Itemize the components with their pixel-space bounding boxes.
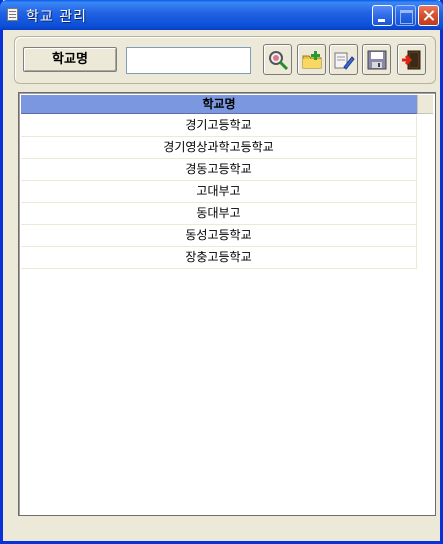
table-row[interactable]: 경기영상과학고등학교 — [21, 137, 417, 159]
exit-button[interactable] — [397, 44, 426, 75]
open-button[interactable] — [297, 44, 326, 75]
search-button[interactable] — [263, 44, 292, 75]
close-button[interactable] — [418, 5, 439, 26]
edit-icon — [334, 52, 355, 70]
search-icon — [269, 51, 289, 71]
title-bar[interactable]: 학교 관리 — [0, 0, 443, 30]
save-button[interactable] — [362, 44, 391, 75]
search-toolbar: 학교명 — [14, 36, 436, 84]
grid-rows: 경기고등학교 경기영상과학고등학교 경동고등학교 고대부고 동대부고 동성고등학… — [21, 115, 417, 269]
window-title: 학교 관리 — [26, 9, 87, 25]
maximize-button[interactable] — [395, 5, 416, 26]
header-filler — [417, 95, 433, 114]
table-row[interactable]: 경동고등학교 — [21, 159, 417, 181]
folder-add-icon — [302, 51, 322, 69]
table-row[interactable]: 고대부고 — [21, 181, 417, 203]
table-row[interactable]: 동성고등학교 — [21, 225, 417, 247]
window-icon — [7, 8, 18, 21]
minimize-button[interactable] — [372, 5, 393, 26]
column-header-school-name[interactable]: 학교명 — [21, 95, 417, 114]
table-row[interactable]: 동대부고 — [21, 203, 417, 225]
table-row[interactable]: 경기고등학교 — [21, 115, 417, 137]
school-name-input[interactable] — [126, 47, 251, 74]
table-row[interactable]: 장충고등학교 — [21, 247, 417, 269]
school-name-label: 학교명 — [23, 47, 117, 72]
app-window: 학교 관리 학교명 학교명 경기고등학교 경기영상과학고등학교 경동고등학교 고… — [0, 0, 443, 544]
exit-door-icon — [402, 50, 421, 70]
school-grid[interactable]: 학교명 경기고등학교 경기영상과학고등학교 경동고등학교 고대부고 동대부고 동… — [18, 92, 436, 516]
save-icon — [367, 50, 387, 70]
edit-button[interactable] — [329, 44, 358, 75]
